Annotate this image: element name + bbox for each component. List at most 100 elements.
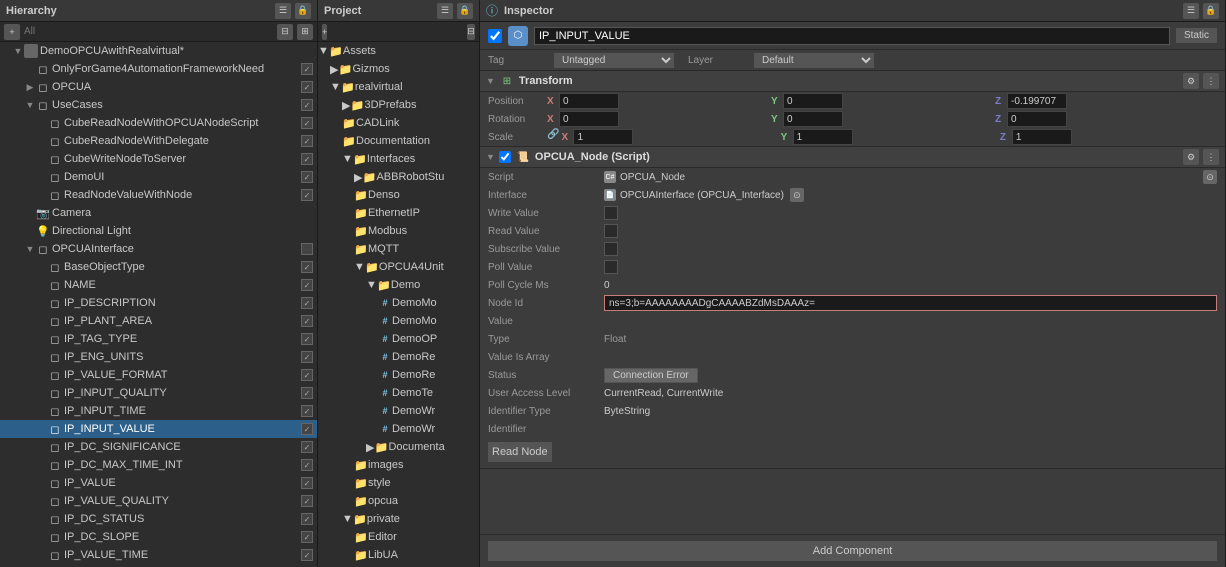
project-item-demowr2[interactable]: #DemoWr [318,420,479,438]
project-item-documenta[interactable]: ▶📁Documenta [318,438,479,456]
project-item-documentation[interactable]: 📁Documentation [318,132,479,150]
project-add-btn[interactable]: + [322,24,327,40]
rot-z-input[interactable] [1007,111,1067,127]
hierarchy-item-demoui[interactable]: ◻DemoUI [0,168,317,186]
project-item-denso[interactable]: 📁Denso [318,186,479,204]
add-component-button[interactable]: Add Component [488,541,1217,561]
project-lock-btn[interactable]: 🔒 [457,3,473,19]
pos-x-input[interactable] [559,93,619,109]
project-menu-btn[interactable]: ☰ [437,3,453,19]
tree-item-checkbox[interactable] [301,117,313,129]
tree-item-checkbox[interactable] [301,63,313,75]
go-name-input[interactable] [534,27,1170,45]
tree-item-checkbox[interactable] [301,351,313,363]
project-item-demowr1[interactable]: #DemoWr [318,402,479,420]
hierarchy-sort-btn[interactable]: ⊞ [297,24,313,40]
hierarchy-item-cuberead2[interactable]: ◻CubeReadNodeWithDelegate [0,132,317,150]
hierarchy-item-ipvalfmt[interactable]: ◻IP_VALUE_FORMAT [0,366,317,384]
tree-item-checkbox[interactable] [301,387,313,399]
project-item-demote[interactable]: #DemoTe [318,384,479,402]
read-value-checkbox[interactable] [604,224,618,238]
poll-checkbox[interactable] [604,260,618,274]
project-item-images[interactable]: 📁images [318,456,479,474]
status-button[interactable]: Connection Error [604,368,698,383]
tree-item-checkbox[interactable] [301,531,313,543]
project-item-demomo2[interactable]: #DemoMo [318,312,479,330]
interface-select-btn[interactable]: ⊙ [790,188,804,202]
project-item-editor[interactable]: 📁Editor [318,528,479,546]
project-item-ethernetip[interactable]: 📁EthernetIP [318,204,479,222]
inspector-menu-btn[interactable]: ☰ [1183,3,1199,19]
static-button[interactable]: Static [1176,28,1217,43]
script-settings-btn[interactable]: ⚙ [1183,149,1199,165]
hierarchy-filter-btn[interactable]: ⊟ [277,24,293,40]
project-item-demore2[interactable]: #DemoRe [318,366,479,384]
scale-link-icon[interactable]: 🔗 [547,129,559,145]
project-item-demo[interactable]: ▼📁Demo [318,276,479,294]
hierarchy-item-ipdc[interactable]: ◻IP_DC_SIGNIFICANCE [0,438,317,456]
project-item-3dprefabs[interactable]: ▶📁3DPrefabs [318,96,479,114]
hierarchy-item-opcuaiface[interactable]: ▼◻OPCUAInterface [0,240,317,258]
hierarchy-item-usecases[interactable]: ▼◻UseCases [0,96,317,114]
sca-z-input[interactable] [1012,129,1072,145]
project-item-style[interactable]: 📁style [318,474,479,492]
tree-item-checkbox[interactable] [301,261,313,273]
tree-item-checkbox[interactable] [301,423,313,435]
tree-item-checkbox[interactable] [301,333,313,345]
hierarchy-item-readnode[interactable]: ◻ReadNodeValueWithNode [0,186,317,204]
hierarchy-item-ipdcmax[interactable]: ◻IP_DC_MAX_TIME_INT [0,456,317,474]
hierarchy-search-input[interactable] [24,26,273,37]
pos-y-input[interactable] [783,93,843,109]
hierarchy-item-cuberead1[interactable]: ◻CubeReadNodeWithOPCUANodeScript [0,114,317,132]
project-item-demomo1[interactable]: #DemoMo [318,294,479,312]
read-node-button[interactable]: Read Node [488,442,552,462]
hierarchy-item-cubewrite[interactable]: ◻CubeWriteNodeToServer [0,150,317,168]
script-menu-btn[interactable]: ⋮ [1203,149,1219,165]
project-item-private[interactable]: ▼📁private [318,510,479,528]
project-item-demore1[interactable]: #DemoRe [318,348,479,366]
tree-item-checkbox[interactable] [301,441,313,453]
transform-menu-btn[interactable]: ⋮ [1203,73,1219,89]
tree-item-checkbox[interactable] [301,153,313,165]
tree-item-checkbox[interactable] [301,369,313,381]
tree-item-checkbox[interactable] [301,315,313,327]
hierarchy-item-opcua[interactable]: ▶◻OPCUA [0,78,317,96]
project-item-modbus[interactable]: 📁Modbus [318,222,479,240]
hierarchy-item-baseobj[interactable]: ◻BaseObjectType [0,258,317,276]
hierarchy-item-ipvaltime[interactable]: ◻IP_VALUE_TIME [0,546,317,564]
hierarchy-item-ipquality[interactable]: ◻IP_INPUT_QUALITY [0,384,317,402]
node-id-input[interactable] [604,295,1217,311]
hierarchy-item-iptime[interactable]: ◻IP_INPUT_TIME [0,402,317,420]
hierarchy-lock-btn[interactable]: 🔒 [295,3,311,19]
tag-select[interactable]: Untagged [554,53,674,68]
hierarchy-item-iptag[interactable]: ◻IP_TAG_TYPE [0,330,317,348]
project-filter-btn[interactable]: ⊟ [467,24,475,40]
hierarchy-item-dirlight[interactable]: 💡Directional Light [0,222,317,240]
tree-item-checkbox[interactable] [301,549,313,561]
layer-select[interactable]: Default [754,53,874,68]
tree-item-checkbox[interactable] [301,405,313,417]
project-item-abrobot[interactable]: ▶📁ABBRobotStu [318,168,479,186]
hierarchy-item-ipvalue[interactable]: ◻IP_VALUE [0,474,317,492]
inspector-lock-btn[interactable]: 🔒 [1203,3,1219,19]
script-active-checkbox[interactable] [499,151,511,163]
project-item-interfaces[interactable]: ▼📁Interfaces [318,150,479,168]
project-item-libua[interactable]: 📁LibUA [318,546,479,564]
hierarchy-item-ipdesc[interactable]: ◻IP_DESCRIPTION [0,294,317,312]
project-item-assets[interactable]: ▼📁Assets [318,42,479,60]
hierarchy-item-ipdcstat[interactable]: ◻IP_DC_STATUS [0,510,317,528]
tree-item-checkbox[interactable] [301,477,313,489]
tree-item-checkbox[interactable] [301,279,313,291]
tree-item-checkbox[interactable] [301,459,313,471]
sca-y-input[interactable] [793,129,853,145]
project-item-cadlink[interactable]: 📁CADLink [318,114,479,132]
tree-item-checkbox[interactable] [301,171,313,183]
hierarchy-item-camera[interactable]: 📷Camera [0,204,317,222]
rot-x-input[interactable] [559,111,619,127]
hierarchy-item-ipeng[interactable]: ◻IP_ENG_UNITS [0,348,317,366]
hierarchy-item-ipplant[interactable]: ◻IP_PLANT_AREA [0,312,317,330]
tree-item-checkbox[interactable] [301,243,313,255]
project-item-gizmos[interactable]: ▶📁Gizmos [318,60,479,78]
tree-item-checkbox[interactable] [301,81,313,93]
project-item-demoop[interactable]: #DemoOP [318,330,479,348]
